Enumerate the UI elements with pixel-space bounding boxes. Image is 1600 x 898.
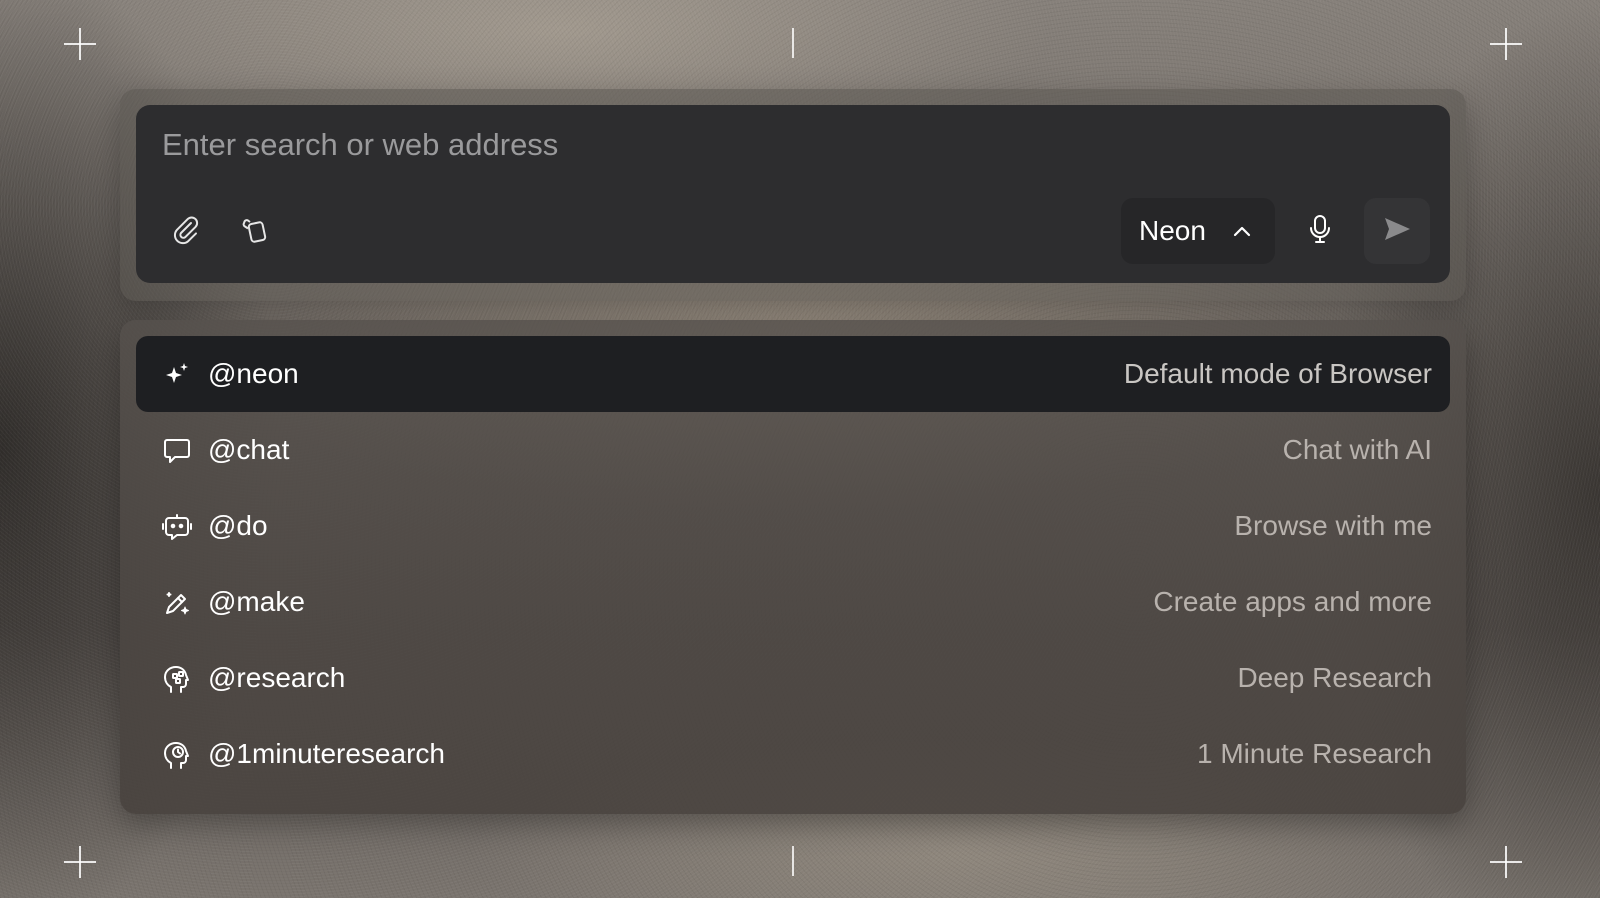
clock-head-icon [160,738,194,772]
mode-item-research[interactable]: @research Deep Research [136,640,1450,716]
mode-description: Deep Research [1237,662,1432,693]
mode-item-1minuteresearch[interactable]: @1minuteresearch 1 Minute Research [136,716,1450,792]
sparkles-icon [160,358,194,392]
mode-name: @1minuteresearch [208,738,445,769]
mode-name: @neon [208,358,299,389]
model-selector-label: Neon [1139,215,1206,246]
mode-list: @neon Default mode of Browser @chat Chat… [120,320,1466,814]
cards-icon [240,214,272,249]
model-selector[interactable]: Neon [1121,198,1275,264]
send-button[interactable] [1364,198,1430,264]
microphone-icon [1305,213,1335,250]
search-box: Neon [136,105,1450,283]
paperclip-icon [170,214,202,249]
crosshair-top-right [1490,28,1522,60]
mode-name: @make [208,586,305,617]
mode-description: Create apps and more [1153,586,1432,617]
crosshair-bottom-left [64,846,96,878]
send-icon [1381,213,1413,250]
mode-description: Chat with AI [1282,434,1432,465]
mode-name: @do [208,510,268,541]
robot-icon [160,510,194,544]
chevron-up-icon [1231,220,1253,242]
search-panel: Neon [120,89,1466,301]
crosshair-bottom-right [1490,846,1522,878]
mode-item-neon[interactable]: @neon Default mode of Browser [136,336,1450,412]
attach-button[interactable] [164,209,208,253]
crosshair-top-left [64,28,96,60]
search-input[interactable] [162,125,1062,165]
tick-top-center [792,28,794,58]
chat-bubble-icon [160,434,194,468]
mode-item-do[interactable]: @do Browse with me [136,488,1450,564]
mode-name: @chat [208,434,290,465]
mode-description: Browse with me [1234,510,1432,541]
mode-description: Default mode of Browser [1123,358,1432,389]
research-head-icon [160,662,194,696]
mode-item-make[interactable]: @make Create apps and more [136,564,1450,640]
magic-pencil-icon [160,586,194,620]
mode-item-chat[interactable]: @chat Chat with AI [136,412,1450,488]
mode-name: @research [208,662,346,693]
microphone-button[interactable] [1298,209,1342,253]
tabs-button[interactable] [234,209,278,253]
mode-description: 1 Minute Research [1196,738,1432,769]
tick-bottom-center [792,846,794,876]
